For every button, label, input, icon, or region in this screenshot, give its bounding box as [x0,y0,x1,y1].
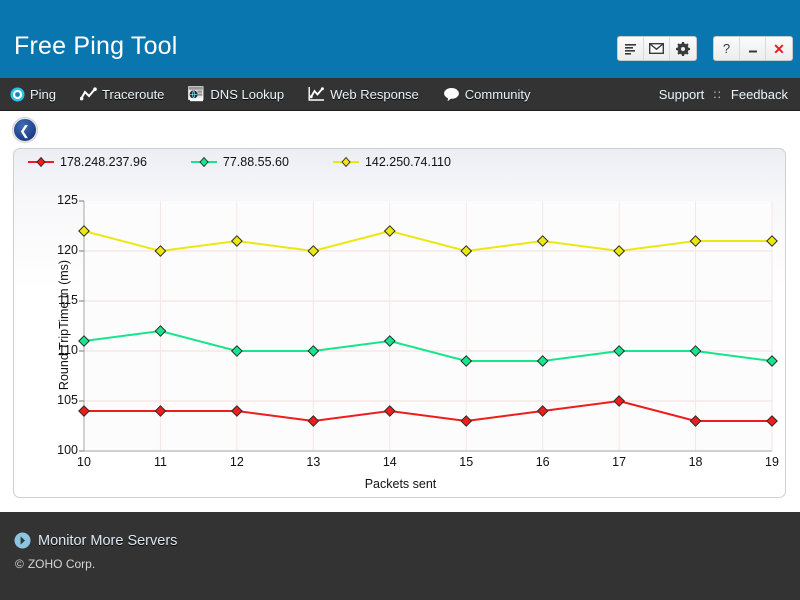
nav-item-community[interactable]: Community [433,78,545,111]
x-axis-tick-label: 11 [145,455,175,469]
page-title: Free Ping Tool [14,32,178,61]
mail-icon-glyph [649,43,664,54]
x-axis-tick-label: 18 [681,455,711,469]
nav-item-ping[interactable]: Ping [0,78,70,111]
main-navigation: Ping Traceroute [0,78,800,111]
copyright-symbol: © [15,557,24,571]
titlebar-utility-group [617,36,697,61]
footer: Monitor More Servers © ZOHO Corp. Manage… [0,512,800,600]
x-axis-tick-label: 19 [757,455,787,469]
y-axis-label: Round TripTime in (ms) [57,205,71,445]
feedback-link[interactable]: Feedback [731,87,788,102]
copyright-label: ZOHO Corp. [28,557,95,571]
window-controls-group: ? ✕ [713,36,793,61]
nav-separator: :: [713,87,722,101]
x-axis-tick-label: 10 [69,455,99,469]
nav-item-ping-label: Ping [30,87,56,102]
globe-window-icon [188,86,205,102]
list-icon[interactable] [618,37,644,60]
chart-legend: 178.248.237.96 77.88.55.60 142.250.74.110 [28,155,451,169]
monitor-more-servers-link[interactable]: Monitor More Servers [14,532,177,549]
nav-item-traceroute-label: Traceroute [102,87,164,102]
gear-icon-glyph [676,42,690,56]
gear-icon[interactable] [670,37,696,60]
line-chart-icon [80,87,97,101]
close-button-label: ✕ [773,42,785,56]
monitor-more-servers-label: Monitor More Servers [38,533,177,549]
legend-entry[interactable]: 142.250.74.110 [333,155,451,169]
mail-icon[interactable] [644,37,670,60]
nav-secondary-links: Support :: Feedback [659,87,800,102]
speech-bubble-icon [443,87,460,102]
x-axis-tick-label: 14 [375,455,405,469]
title-bar: Free Ping Tool [0,0,800,78]
x-axis-tick-label: 13 [298,455,328,469]
close-button[interactable]: ✕ [766,37,792,60]
x-axis-tick-label: 17 [604,455,634,469]
x-axis-tick-label: 15 [451,455,481,469]
target-icon [10,87,25,102]
nav-item-dns-lookup-label: DNS Lookup [210,87,284,102]
back-arrow-icon: ❮ [19,124,30,137]
nav-item-community-label: Community [465,87,531,102]
nav-item-web-response-label: Web Response [330,87,419,102]
minimize-icon [747,44,759,54]
nav-item-traceroute[interactable]: Traceroute [70,78,178,111]
arrow-circle-icon [14,532,31,549]
chart-svg [14,183,787,499]
legend-label: 77.88.55.60 [223,155,289,169]
copyright-text: © ZOHO Corp. [15,557,95,571]
ping-chart-panel: 178.248.237.9677.88.55.60142.250.74.110 … [13,148,786,498]
support-link[interactable]: Support [659,87,705,102]
legend-marker-icon [191,156,217,168]
legend-label: 142.250.74.110 [365,155,451,169]
legend-entry[interactable]: 178.248.237.96 [28,155,147,169]
x-axis-tick-label: 16 [528,455,558,469]
x-axis-label: Packets sent [14,477,787,491]
legend-marker-icon [28,156,54,168]
nav-item-web-response[interactable]: Web Response [298,78,433,111]
chart-plot-area: 100105110115120125 10111213141516171819 … [14,183,787,499]
back-button[interactable]: ❮ [13,118,37,142]
help-button[interactable]: ? [714,37,740,60]
legend-label: 178.248.237.96 [60,155,147,169]
legend-entry[interactable]: 77.88.55.60 [191,155,289,169]
nav-item-dns-lookup[interactable]: DNS Lookup [178,78,298,111]
axis-chart-icon [308,86,325,102]
help-button-label: ? [723,42,730,55]
legend-marker-icon [333,156,359,168]
minimize-button[interactable] [740,37,766,60]
list-icon-glyph [624,43,637,55]
application-window: Free Ping Tool [0,0,800,600]
x-axis-tick-label: 12 [222,455,252,469]
